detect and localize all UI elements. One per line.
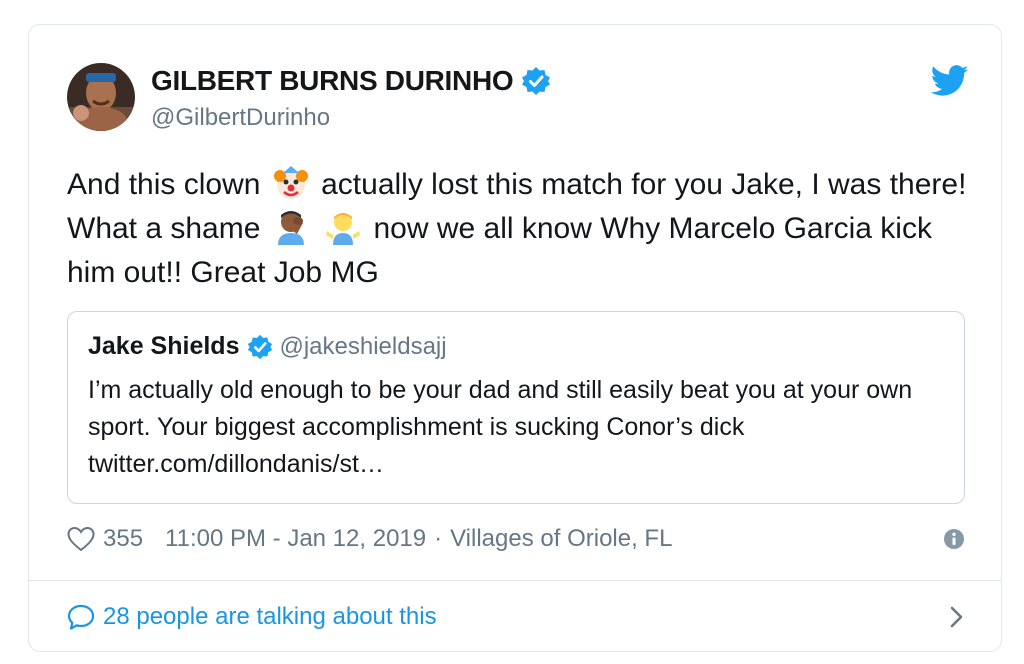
author-display-name[interactable]: GILBERT BURNS DURINHO [151,65,514,97]
avatar[interactable] [67,63,135,131]
tweet-meta-row: 355 11:00 PM - Jan 12, 2019 · Villages o… [67,521,965,557]
man-shrugging-emoji-icon [325,209,361,245]
timestamp-link[interactable]: 11:00 PM - Jan 12, 2019 [165,525,426,553]
like-count: 355 [103,525,144,552]
divider [29,580,1001,581]
tweet-text-part-1: And this clown [67,168,261,201]
quoted-author-name: Jake Shields [88,332,240,360]
meta-separator: · [434,525,443,552]
conversation-link[interactable]: 28 people are talking about this [67,597,965,637]
tweet-text: And this clown actually lost this match … [67,163,987,295]
quoted-tweet[interactable]: Jake Shields @jakeshieldsajj I’m actuall… [67,311,965,504]
chevron-right-icon[interactable] [949,605,965,629]
author-handle[interactable]: @GilbertDurinho [151,104,330,132]
location-link[interactable]: Villages of Oriole, FL [450,525,672,553]
verified-badge-icon [521,66,551,96]
info-icon[interactable] [943,528,965,550]
conversation-count-text: 28 people are talking about this [103,603,437,630]
twitter-bird-icon[interactable] [930,65,969,97]
quoted-tweet-text: I’m actually old enough to be your dad a… [88,376,913,478]
man-facepalming-emoji-icon [273,209,309,245]
quoted-author-handle: @jakeshieldsajj [279,332,447,360]
quoted-author-row: Jake Shields @jakeshieldsajj [88,332,447,361]
clown-face-emoji-icon [273,165,309,201]
tweet-card: GILBERT BURNS DURINHO @GilbertDurinho An… [28,24,1002,652]
heart-icon [67,526,95,552]
reply-bubble-icon [67,604,95,630]
like-button[interactable]: 355 [67,525,165,553]
author-name-row[interactable]: GILBERT BURNS DURINHO [151,65,551,97]
verified-badge-icon [247,334,273,360]
